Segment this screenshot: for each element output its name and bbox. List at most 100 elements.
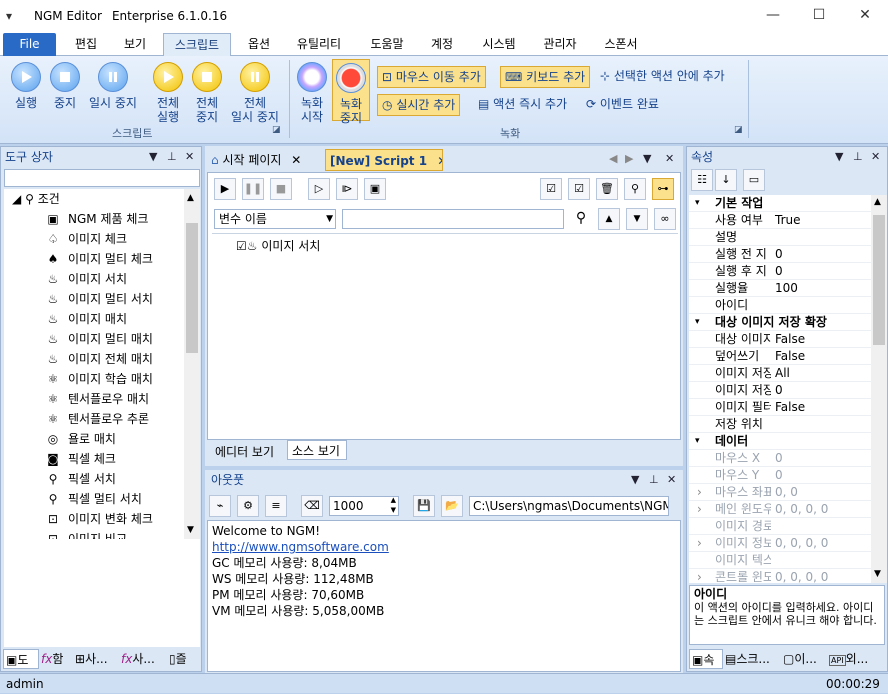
run-all-button[interactable]: 전체 실행	[148, 62, 188, 124]
toolbox-item[interactable]: ♨ 이미지 매치	[44, 309, 127, 329]
favorites-tab[interactable]: ▯즐	[169, 649, 201, 669]
scroll-thumb[interactable]	[873, 215, 885, 345]
event-done-button[interactable]: ⟳ 이벤트 완료	[582, 94, 663, 116]
menu-script[interactable]: 스크립트	[163, 33, 231, 56]
toolbox-item[interactable]: ⚲ 픽셀 서치	[44, 469, 116, 489]
toolbox-close-icon[interactable]: ✕	[185, 150, 194, 163]
close-button[interactable]: ✕	[842, 0, 888, 31]
menu-help[interactable]: 도움말	[360, 33, 414, 56]
expand-icon[interactable]: ›	[697, 501, 702, 518]
maximize-button[interactable]: ☐	[796, 0, 842, 31]
minimize-button[interactable]: —	[750, 0, 796, 31]
menu-view[interactable]: 보기	[111, 33, 159, 56]
property-row[interactable]: 마우스 Y 0	[689, 467, 873, 484]
toolbox-item[interactable]: ⚛ 텐서플로우 매치	[44, 389, 150, 409]
tab-next-icon[interactable]: ▶	[625, 152, 633, 165]
tab-start-page[interactable]: ⌂ 시작 페이지 ✕	[207, 149, 325, 171]
property-row[interactable]: 이미지 텍스트	[689, 552, 873, 569]
log-settings-button[interactable]: ⚙	[237, 495, 259, 517]
scroll-thumb[interactable]	[186, 223, 198, 353]
image-tab[interactable]: ▢이...	[783, 649, 825, 669]
check-selected-button[interactable]: ☑	[568, 178, 590, 200]
property-value[interactable]: 0, 0, 0, 0	[775, 501, 828, 518]
alphabetical-button[interactable]: ↓	[715, 169, 737, 191]
delete-button[interactable]: 🗑	[596, 178, 618, 200]
variable-search-input[interactable]	[342, 209, 564, 229]
toolbox-item[interactable]: ⚲ 픽셀 멀티 서치	[44, 489, 142, 509]
tab-script-1[interactable]: [New] Script 1 ✕	[325, 149, 443, 171]
editor-step-button[interactable]: ▷	[308, 178, 330, 200]
properties-pin-icon[interactable]: ⊥	[853, 150, 863, 163]
close-tab-icon[interactable]: ✕	[291, 153, 301, 167]
editor-step-over-button[interactable]: ▣	[364, 178, 386, 200]
find-button[interactable]: ⚲	[624, 178, 646, 200]
expand-icon[interactable]: ◢	[12, 192, 21, 206]
eraser-button[interactable]: ⌫	[301, 495, 323, 517]
toolbox-item[interactable]: ♨ 이미지 전체 매치	[44, 349, 153, 369]
stop-button[interactable]: 중지	[46, 62, 84, 110]
move-down-button[interactable]: ▼	[626, 208, 648, 230]
property-row[interactable]: 이미지 저장 All	[689, 365, 873, 382]
property-category[interactable]: ▾ 대상 이미지 저장 확장	[689, 314, 873, 331]
property-value[interactable]: 0	[775, 467, 783, 484]
add-action-now-button[interactable]: ▤ 액션 즉시 추가	[474, 94, 571, 116]
script-group-launcher-icon[interactable]: ◪	[272, 125, 281, 135]
toolbox-item[interactable]: ♨ 이미지 멀티 서치	[44, 289, 153, 309]
toolbox-tab[interactable]: ▣도	[3, 649, 39, 669]
tab-list-icon[interactable]: ▼	[643, 152, 651, 165]
property-value[interactable]: 0	[775, 246, 783, 263]
editor-step-into-button[interactable]: ⧐	[336, 178, 358, 200]
property-row[interactable]: › 메인 윈도우 0, 0, 0, 0	[689, 501, 873, 518]
expand-icon[interactable]: ›	[697, 569, 702, 583]
toolbox-item[interactable]: ⊡ 이미지 비교	[44, 529, 127, 539]
menu-system[interactable]: 시스템	[472, 33, 526, 56]
user-function-tab[interactable]: fx사...	[121, 649, 167, 669]
move-up-button[interactable]: ▲	[598, 208, 620, 230]
save-log-button[interactable]: 💾	[413, 495, 435, 517]
source-view-tab[interactable]: 소스 보기	[287, 440, 347, 460]
property-value[interactable]: 0, 0	[775, 484, 798, 501]
properties-close-icon[interactable]: ✕	[871, 150, 880, 163]
menu-sponsor[interactable]: 스폰서	[594, 33, 648, 56]
add-mouse-move-button[interactable]: ⊡ 마우스 이동 추가	[377, 66, 486, 88]
categorized-button[interactable]: ☷	[691, 169, 713, 191]
output-dropdown-icon[interactable]: ▼	[631, 473, 639, 486]
tree-root-condition[interactable]: ◢ ⚲ 조건	[12, 189, 60, 209]
menu-account[interactable]: 계정	[420, 33, 464, 56]
properties-scrollbar[interactable]: ▲ ▼	[871, 195, 887, 583]
add-in-action-button[interactable]: ⊹ 선택한 액션 안에 추가	[596, 66, 729, 88]
open-folder-button[interactable]: 📂	[441, 495, 463, 517]
toolbox-item[interactable]: ♨ 이미지 서치	[44, 269, 127, 289]
collapse-icon[interactable]: ▾	[695, 195, 700, 212]
script-tab[interactable]: ▤스크...	[725, 649, 779, 669]
user-tab[interactable]: ⊞사...	[75, 649, 119, 669]
record-stop-button[interactable]: 녹화 중지	[332, 59, 370, 125]
loop-button[interactable]: ∞	[654, 208, 676, 230]
toolbox-item[interactable]: ♨ 이미지 멀티 매치	[44, 329, 153, 349]
toolbox-item[interactable]: ⚛ 이미지 학습 매치	[44, 369, 153, 389]
editor-pause-button[interactable]: ❚❚	[242, 178, 264, 200]
toolbox-item[interactable]: ⊡ 이미지 변화 체크	[44, 509, 153, 529]
log-count-stepper[interactable]: 1000 ▲ ▼	[329, 496, 399, 516]
output-pin-icon[interactable]: ⊥	[649, 473, 659, 486]
expand-icon[interactable]: ›	[697, 484, 702, 501]
script-item-image-search[interactable]: ☑♨ 이미지 서치	[236, 236, 320, 256]
toolbox-search-input[interactable]	[4, 169, 200, 187]
run-button[interactable]: 실행	[6, 62, 46, 110]
tree-view-button[interactable]: ⊶	[652, 178, 674, 200]
record-group-launcher-icon[interactable]: ◪	[734, 125, 743, 135]
property-value[interactable]: 0	[775, 450, 783, 467]
editor-stop-button[interactable]: ■	[270, 178, 292, 200]
editor-view-tab[interactable]: 에디터 보기	[209, 442, 287, 462]
properties-tab[interactable]: ▣속	[689, 649, 723, 669]
toolbox-item[interactable]: ◎ 욜로 매치	[44, 429, 116, 449]
property-value[interactable]: True	[775, 212, 801, 229]
property-row[interactable]: 실행 전 지 0	[689, 246, 873, 263]
property-category[interactable]: ▾ 기본 작업	[689, 195, 873, 212]
property-row[interactable]: 실행 후 지 0	[689, 263, 873, 280]
expand-icon[interactable]: ›	[697, 535, 702, 552]
tab-prev-icon[interactable]: ◀	[609, 152, 617, 165]
property-value[interactable]: False	[775, 399, 805, 416]
collapse-icon[interactable]: ▾	[695, 314, 700, 331]
checkbox-checked-icon[interactable]: ☑	[236, 239, 247, 253]
